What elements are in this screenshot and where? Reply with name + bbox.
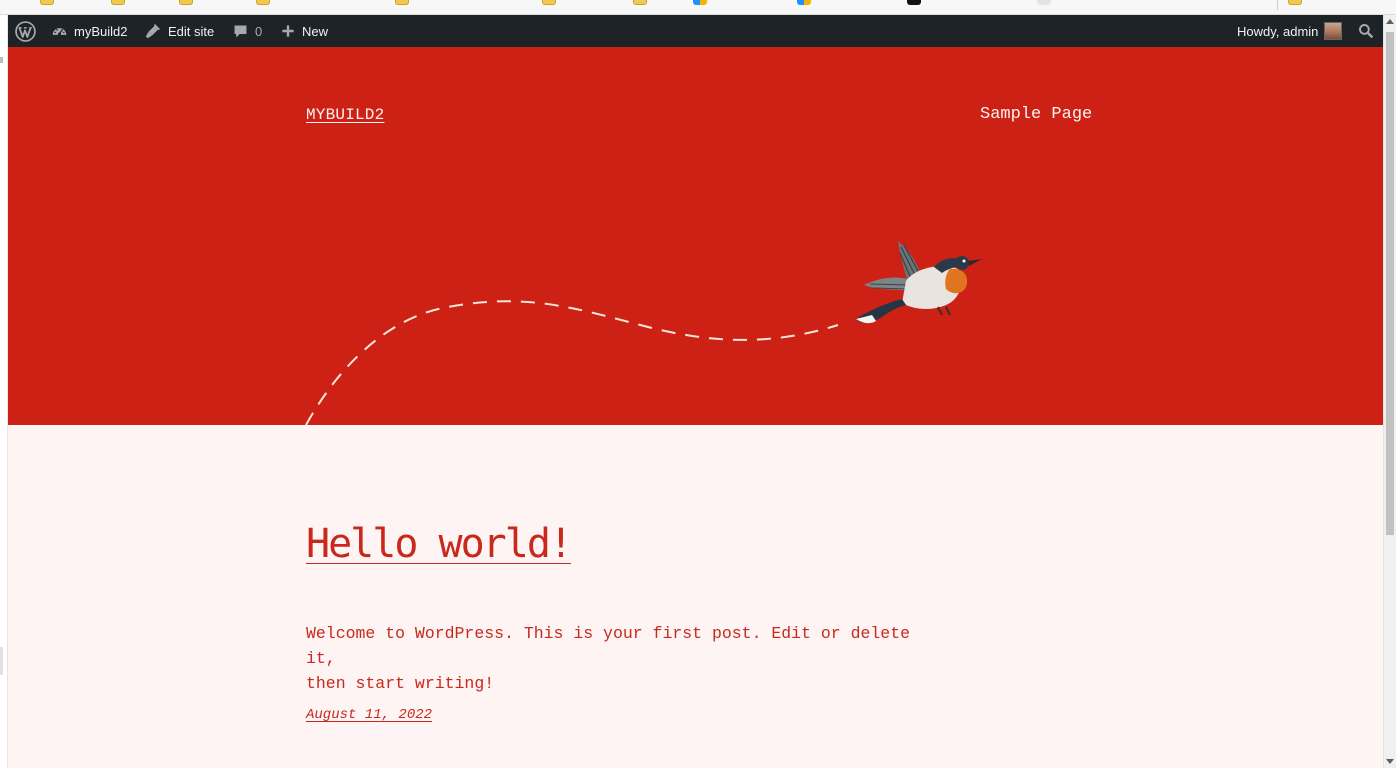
gutter-mark [0, 647, 3, 675]
flight-path-illustration [305, 300, 839, 425]
wp-logo-menu[interactable] [15, 15, 36, 47]
bookmark-folder-icon[interactable] [256, 0, 270, 5]
scroll-up-arrow-icon[interactable] [1386, 19, 1394, 24]
post-title-link[interactable]: Hello world! [306, 521, 573, 567]
comment-icon [232, 23, 249, 40]
new-label: New [302, 23, 329, 39]
bookmark-microsoft-icon[interactable] [693, 0, 707, 5]
post-excerpt: Welcome to WordPress. This is your first… [306, 621, 946, 696]
admin-search[interactable] [1358, 15, 1374, 47]
bookmark-folder-icon[interactable] [1288, 0, 1302, 5]
bird-illustration [856, 241, 982, 324]
post-excerpt-line: Welcome to WordPress. This is your first… [306, 624, 910, 668]
bookmarks-bar [0, 0, 1396, 15]
comments-link[interactable]: 0 [232, 15, 262, 47]
plus-icon [280, 23, 296, 39]
search-icon [1358, 23, 1374, 39]
site-name-menu[interactable]: myBuild2 [51, 15, 127, 47]
bookmark-folder-icon[interactable] [111, 0, 125, 5]
new-content-menu[interactable]: New [280, 15, 328, 47]
admin-bar: myBuild2 Edit site 0 New Howdy, admin [8, 15, 1383, 47]
scroll-thumb[interactable] [1386, 32, 1394, 535]
bookmark-folder-icon[interactable] [40, 0, 54, 5]
site-header-hero: MYBUILD2 Sample Page [8, 47, 1383, 425]
bookmark-site-icon[interactable] [1037, 0, 1051, 5]
dashboard-icon [51, 23, 68, 40]
brush-icon [144, 22, 162, 40]
page-scrollbar[interactable] [1383, 15, 1396, 768]
bookmark-folder-icon[interactable] [633, 0, 647, 5]
bookmark-folder-icon[interactable] [395, 0, 409, 5]
edit-site-label: Edit site [168, 23, 215, 39]
post-area: Hello world! Welcome to WordPress. This … [8, 425, 1383, 768]
post-excerpt-line: then start writing! [306, 674, 495, 693]
my-account-menu[interactable]: Howdy, admin [1237, 15, 1343, 47]
site-name-label: myBuild2 [74, 23, 128, 39]
wordpress-icon [15, 20, 36, 42]
howdy-label: Howdy, admin [1237, 23, 1319, 39]
bookmarks-separator [1277, 0, 1278, 10]
edit-site-link[interactable]: Edit site [144, 15, 214, 47]
left-gutter [0, 15, 8, 768]
bookmark-microsoft-icon[interactable] [797, 0, 811, 5]
scroll-down-arrow-icon[interactable] [1386, 759, 1394, 764]
avatar [1324, 22, 1343, 40]
bookmark-folder-icon[interactable] [179, 0, 193, 5]
comments-count: 0 [255, 23, 263, 39]
bookmark-site-icon[interactable] [907, 0, 921, 5]
bookmark-folder-icon[interactable] [542, 0, 556, 5]
gutter-mark [0, 57, 3, 63]
post-date-link[interactable]: August 11, 2022 [306, 707, 432, 723]
